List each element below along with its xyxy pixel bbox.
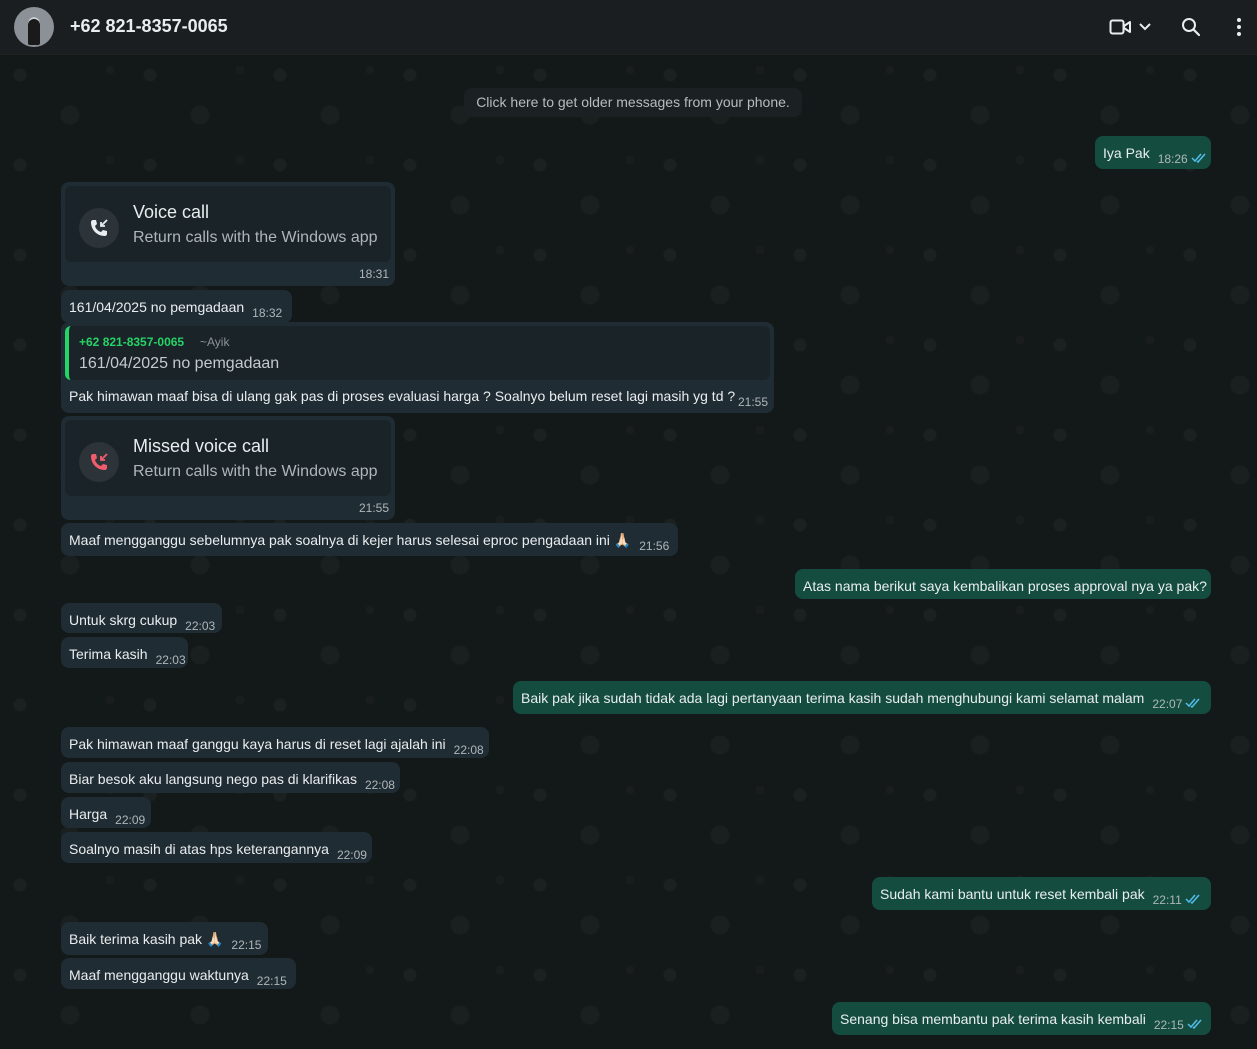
missed-call-card[interactable]: Missed voice call Return calls with the … xyxy=(61,416,395,520)
message-outgoing[interactable]: Baik pak jika sudah tidak ada lagi perta… xyxy=(513,681,1211,714)
message-text: Maaf mengganggu sebelumnya pak soalnya d… xyxy=(69,532,632,548)
quoted-message[interactable]: +62 821-8357-0065 ~Ayik 161/04/2025 no p… xyxy=(65,326,770,380)
call-title: Missed voice call xyxy=(133,436,270,456)
contact-avatar[interactable] xyxy=(14,7,54,47)
message-text: Harga xyxy=(69,806,108,822)
message-incoming[interactable]: Soalnyo masih di atas hps keterangannya 2… xyxy=(61,832,372,863)
voice-call-card[interactable]: Voice call Return calls with the Windows… xyxy=(61,182,395,286)
read-ticks-icon xyxy=(1191,149,1207,167)
message-incoming[interactable]: Harga 22:09 xyxy=(61,797,151,828)
message-time: 21:55 xyxy=(737,395,768,409)
video-call-icon[interactable] xyxy=(1109,14,1131,40)
call-time: 21:55 xyxy=(358,501,389,515)
message-text: Senang bisa membantu pak terima kasih ke… xyxy=(840,1011,1146,1027)
message-text: Pak himawan maaf ganggu kaya harus di re… xyxy=(69,736,446,752)
message-outgoing[interactable]: Atas nama berikut saya kembalikan proses… xyxy=(795,569,1211,599)
incoming-call-icon xyxy=(79,208,119,248)
call-subtitle: Return calls with the Windows app xyxy=(133,463,378,480)
message-outgoing[interactable]: Iya Pak 18:26 xyxy=(1095,136,1211,169)
chevron-down-icon[interactable] xyxy=(1138,14,1152,40)
message-time: 22:15 xyxy=(1153,1018,1184,1032)
message-text: Baik terima kasih pak 🙏🏻 xyxy=(69,931,224,947)
chat-header: +62 821-8357-0065 xyxy=(0,0,1257,55)
message-outgoing[interactable]: Sudah kami bantu untuk reset kembali pak… xyxy=(872,877,1211,910)
message-text: Atas nama berikut saya kembalikan proses… xyxy=(803,578,1207,594)
message-time: 22:08 xyxy=(364,778,395,792)
message-incoming[interactable]: Terima kasih 22:03 xyxy=(61,637,188,668)
message-text: Terima kasih xyxy=(69,646,148,662)
message-outgoing[interactable]: Senang bisa membantu pak terima kasih ke… xyxy=(832,1002,1211,1035)
message-time: 22:15 xyxy=(256,974,287,988)
message-time: 22:09 xyxy=(336,848,367,862)
message-text: Sudah kami bantu untuk reset kembali pak xyxy=(880,886,1145,902)
message-time: 22:03 xyxy=(185,619,216,633)
missed-call-icon xyxy=(79,442,119,482)
reply-message[interactable]: +62 821-8357-0065 ~Ayik 161/04/2025 no p… xyxy=(61,322,774,413)
message-text: Maaf mengganggu waktunya xyxy=(69,967,249,983)
message-text: Untuk skrg cukup xyxy=(69,612,178,628)
search-icon[interactable] xyxy=(1181,14,1201,40)
message-time: 18:26 xyxy=(1157,152,1188,166)
message-incoming[interactable]: Maaf mengganggu sebelumnya pak soalnya d… xyxy=(61,523,678,556)
message-text: Soalnyo masih di atas hps keterangannya xyxy=(69,841,329,857)
contact-title[interactable]: +62 821-8357-0065 xyxy=(70,16,228,37)
message-text: 161/04/2025 no pemgadaan xyxy=(69,299,245,315)
call-info-box: Voice call Return calls with the Windows… xyxy=(65,186,391,262)
message-text: Biar besok aku langsung nego pas di klar… xyxy=(69,771,357,787)
quoted-alias: ~Ayik xyxy=(200,335,230,349)
quoted-sender: +62 821-8357-0065 xyxy=(79,335,185,349)
message-incoming[interactable]: Baik terima kasih pak 🙏🏻 22:15 xyxy=(61,922,268,955)
call-time: 18:31 xyxy=(358,267,389,281)
message-incoming[interactable]: Maaf mengganggu waktunya 22:15 xyxy=(61,958,296,989)
read-ticks-icon xyxy=(1185,890,1201,908)
message-time: 18:32 xyxy=(252,306,283,320)
message-text: Iya Pak xyxy=(1103,145,1150,161)
quoted-text: 161/04/2025 no pemgadaan xyxy=(79,355,280,372)
call-title: Voice call xyxy=(133,202,210,222)
message-time: 22:03 xyxy=(155,653,186,667)
message-text: Pak himawan maaf bisa di ulang gak pas d… xyxy=(69,388,736,404)
message-incoming[interactable]: Biar besok aku langsung nego pas di klar… xyxy=(61,762,400,793)
older-messages-link[interactable]: Click here to get older messages from yo… xyxy=(464,88,802,117)
message-time: 22:11 xyxy=(1152,893,1182,907)
message-time: 22:07 xyxy=(1152,697,1183,711)
read-ticks-icon xyxy=(1185,694,1201,712)
message-incoming[interactable]: Pak himawan maaf ganggu kaya harus di re… xyxy=(61,727,489,758)
call-info-box: Missed voice call Return calls with the … xyxy=(65,420,391,496)
message-time: 22:08 xyxy=(453,743,484,757)
call-subtitle: Return calls with the Windows app xyxy=(133,229,378,246)
read-ticks-icon xyxy=(1187,1015,1203,1033)
more-options-icon[interactable] xyxy=(1236,14,1242,40)
message-text: Baik pak jika sudah tidak ada lagi perta… xyxy=(521,690,1145,706)
message-time: 22:15 xyxy=(231,938,262,952)
message-incoming[interactable]: Untuk skrg cukup 22:03 xyxy=(61,603,222,633)
message-time: 22:09 xyxy=(115,813,146,827)
message-incoming[interactable]: 161/04/2025 no pemgadaan 18:32 xyxy=(61,290,292,323)
message-time: 21:56 xyxy=(639,539,670,553)
